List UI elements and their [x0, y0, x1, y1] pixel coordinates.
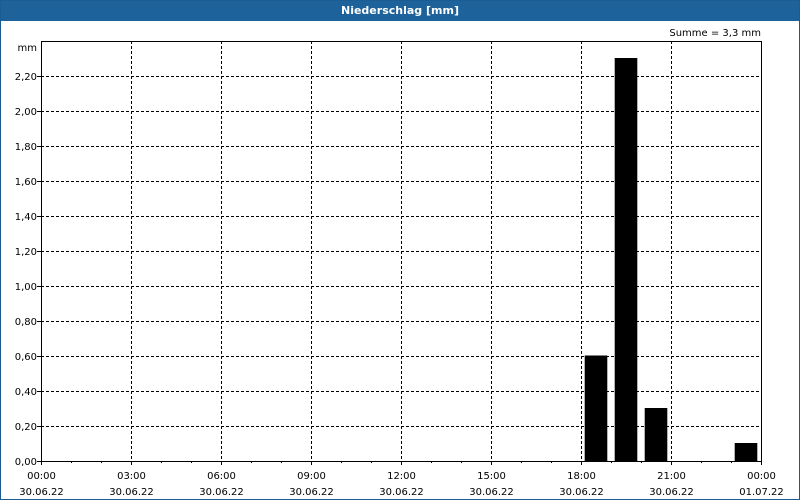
- x-tick-label-date: 30.06.22: [559, 487, 604, 498]
- x-tick-label-time: 09:00: [297, 471, 326, 482]
- y-tick-label: 0,60: [15, 352, 37, 363]
- x-tick-label-time: 21:00: [657, 471, 686, 482]
- y-axis-label: mm: [18, 43, 37, 54]
- x-tick-label-time: 12:00: [387, 471, 416, 482]
- y-tick-label: 2,20: [15, 72, 37, 83]
- y-tick-label: 2,00: [15, 107, 37, 118]
- x-tick-label-date: 30.06.22: [289, 487, 334, 498]
- x-tick-label-date: 30.06.22: [379, 487, 424, 498]
- x-tick-label-date: 30.06.22: [199, 487, 244, 498]
- sum-annotation: Summe = 3,3 mm: [669, 28, 761, 39]
- y-tick-label: 0,40: [15, 387, 37, 398]
- x-tick-label-time: 00:00: [27, 471, 56, 482]
- x-tick-label-date: 30.06.22: [469, 487, 514, 498]
- y-tick-label: 0,80: [15, 317, 37, 328]
- y-tick-label: 0,00: [15, 457, 37, 468]
- x-tick-label-date: 30.06.22: [109, 487, 154, 498]
- precip-bar: [584, 355, 608, 462]
- x-tick-label-date: 30.06.22: [649, 487, 694, 498]
- x-tick-label-time: 06:00: [207, 471, 236, 482]
- ticks: 0,00 0,20 0,40 0,60 0,80 1,00 1,20 1,40 1,60 1,80…: [15, 72, 784, 498]
- precip-bar: [644, 408, 668, 462]
- y-tick-label: 1,20: [15, 247, 37, 258]
- x-tick-label-time: 15:00: [477, 471, 506, 482]
- precip-bar: [614, 58, 638, 462]
- precip-bar: [734, 443, 758, 462]
- grid: [41, 41, 761, 461]
- x-tick-label-time: 18:00: [567, 471, 596, 482]
- x-tick-label-date: 30.06.22: [19, 487, 64, 498]
- chart-window: Niederschlag [mm] 0,00 0,20 0,40 0,60 0,80 1,…: [0, 0, 800, 500]
- precipitation-chart: 0,00 0,20 0,40 0,60 0,80 1,00 1,20 1,40 1,60 1,80…: [15, 28, 784, 498]
- y-tick-label: 1,60: [15, 177, 37, 188]
- y-tick-label: 1,80: [15, 142, 37, 153]
- y-tick-label: 1,40: [15, 212, 37, 223]
- y-tick-label: 1,00: [15, 282, 37, 293]
- x-tick-label-date: 01.07.22: [739, 487, 784, 498]
- x-tick-label-time: 00:00: [747, 471, 776, 482]
- x-tick-label-time: 03:00: [117, 471, 146, 482]
- y-tick-label: 0,20: [15, 422, 37, 433]
